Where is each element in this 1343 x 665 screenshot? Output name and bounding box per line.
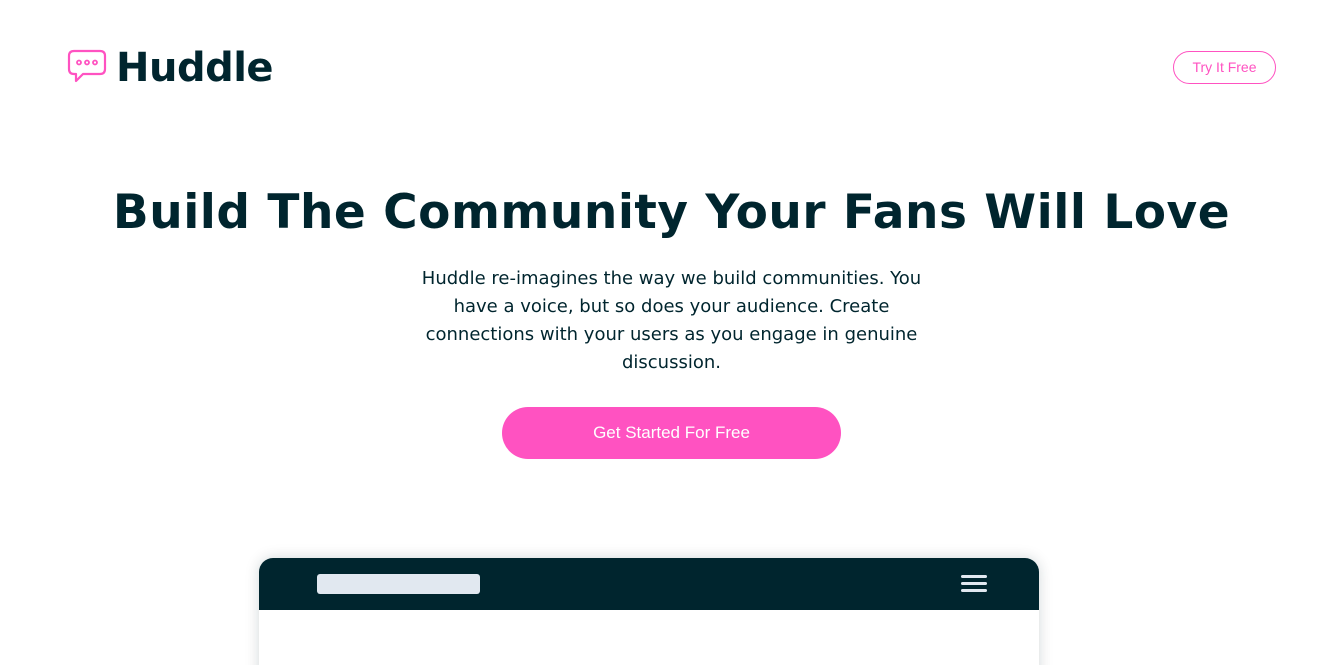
mockup-search-bar [317, 574, 480, 594]
logo[interactable]: Huddle [66, 45, 274, 91]
app-mockup-illustration [259, 558, 1039, 665]
hero-description: Huddle re-imagines the way we build comm… [421, 268, 922, 373]
menu-line [961, 575, 987, 578]
logo-text: Huddle [116, 45, 274, 91]
menu-line [961, 589, 987, 592]
chat-bubble-icon [67, 49, 107, 83]
try-it-free-button[interactable]: Try It Free [1173, 51, 1276, 84]
hamburger-menu-icon [961, 575, 987, 593]
menu-line [961, 582, 987, 585]
hero-title: Build The Community Your Fans Will Love [112, 185, 1231, 240]
get-started-button[interactable]: Get Started For Free [502, 407, 841, 459]
mockup-top-bar [259, 558, 1039, 610]
site-header: Huddle Try It Free [0, 0, 1343, 130]
